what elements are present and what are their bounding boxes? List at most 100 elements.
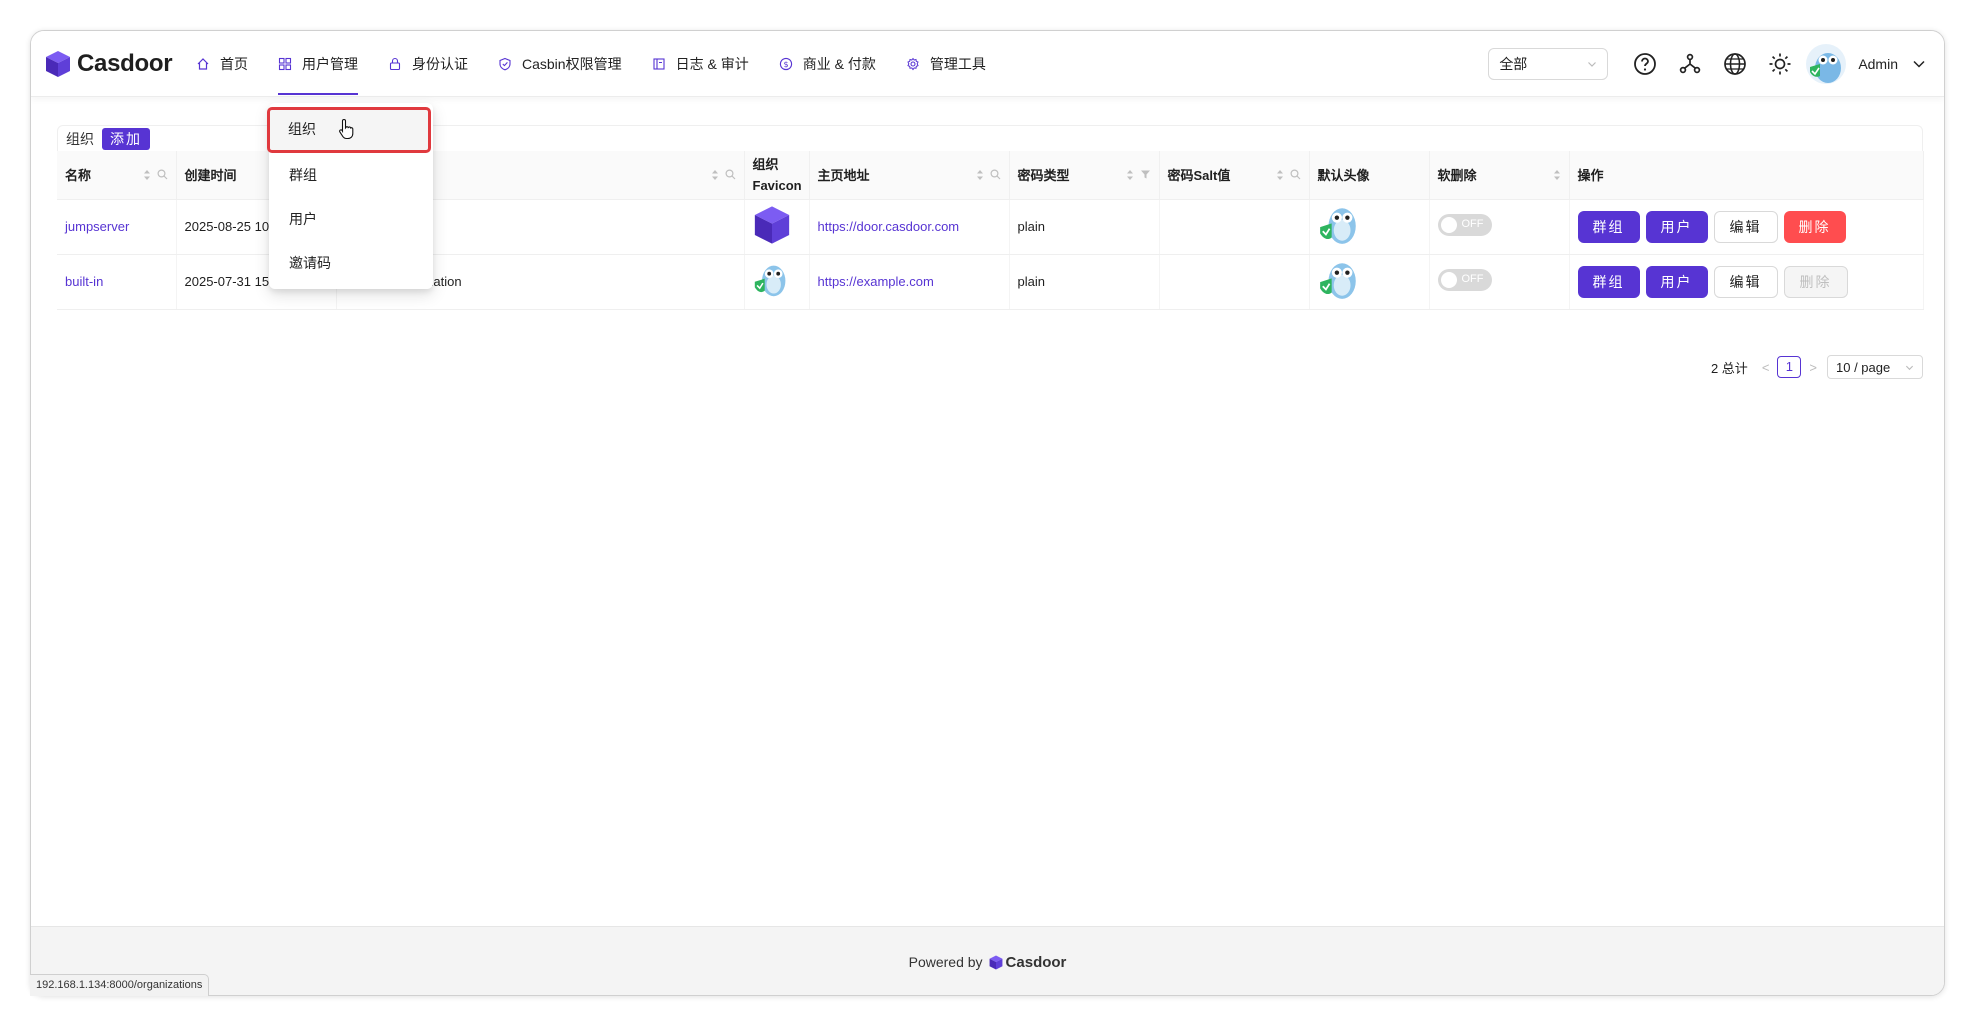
nav-label: 首页: [220, 56, 248, 72]
sort-icon[interactable]: [1276, 169, 1284, 181]
delete-button[interactable]: 删除: [1783, 210, 1846, 243]
search-icon[interactable]: [989, 169, 1001, 180]
column-header-actions: 操作: [1569, 151, 1924, 200]
svg-text:$: $: [783, 60, 788, 69]
filter-icon[interactable]: [1140, 169, 1151, 180]
password-type: plain: [1017, 219, 1045, 234]
column-header-soft-delete[interactable]: 软删除: [1429, 151, 1570, 200]
column-label: 组织: [752, 156, 779, 172]
groups-button[interactable]: 群组: [1577, 265, 1640, 298]
chevron-down-icon[interactable]: [1912, 57, 1926, 71]
add-button[interactable]: 添加: [102, 127, 150, 150]
help-icon: [1633, 53, 1656, 75]
page-footer: Powered by Casdoor: [31, 926, 1944, 995]
column-label: 名称: [65, 168, 92, 184]
casdoor-logo[interactable]: Casdoor: [45, 47, 173, 81]
soft-delete-toggle[interactable]: OFF: [1437, 269, 1492, 291]
sort-icon[interactable]: [1553, 169, 1561, 181]
avatar[interactable]: [1806, 44, 1847, 84]
table-title: 组织: [66, 130, 94, 147]
menu-item-groups[interactable]: 群组: [269, 153, 433, 197]
sort-icon[interactable]: [976, 169, 984, 181]
edit-button[interactable]: 编辑: [1713, 265, 1778, 298]
column-header-password-type[interactable]: 密码类型: [1009, 151, 1160, 200]
user-name[interactable]: Admin: [1858, 56, 1898, 72]
organization-select-value: 全部: [1499, 56, 1528, 72]
menu-item-organizations[interactable]: 组织: [267, 107, 431, 153]
nav-item-home[interactable]: 首页: [181, 31, 263, 97]
hand-cursor-icon: [339, 118, 354, 140]
sort-icon[interactable]: [1126, 169, 1134, 181]
nav-item-casbin[interactable]: Casbin权限管理: [483, 31, 637, 97]
search-icon[interactable]: [1289, 169, 1301, 180]
page-size-value: 10 / page: [1836, 359, 1891, 375]
column-header-homepage[interactable]: 主页地址: [809, 151, 1010, 200]
gear-icon: [907, 57, 919, 71]
top-header: Casdoor 首页 用户管理 身份认证 Casbin权限管理 日志 & 审计: [31, 31, 1944, 97]
nav-label: Casbin权限管理: [522, 56, 622, 72]
main-nav: 首页 用户管理 身份认证 Casbin权限管理 日志 & 审计 $ 商业 & 付…: [181, 31, 1001, 97]
search-icon[interactable]: [156, 169, 168, 180]
menu-item-invitations[interactable]: 邀请码: [269, 241, 433, 285]
users-button[interactable]: 用户: [1645, 265, 1708, 298]
log-icon: [653, 58, 665, 70]
homepage-link[interactable]: https://door.casdoor.com: [818, 219, 960, 234]
grid-icon: [278, 57, 292, 71]
column-header-name[interactable]: 名称: [57, 151, 177, 200]
deploy-button[interactable]: [1667, 42, 1712, 87]
pagination: 2 总计 < 1 > 10 / page: [1711, 355, 1923, 379]
column-label: Favicon: [752, 177, 802, 193]
password-type: plain: [1017, 274, 1045, 289]
page-number[interactable]: 1: [1777, 356, 1802, 378]
globe-icon: [1723, 53, 1746, 75]
sun-icon: [1769, 53, 1791, 75]
column-header-favicon: 组织 Favicon: [744, 151, 810, 200]
language-button[interactable]: [1712, 42, 1757, 87]
casdoor-cube-icon: [46, 51, 70, 77]
prev-page-icon[interactable]: <: [1762, 360, 1770, 375]
help-button[interactable]: [1622, 42, 1667, 87]
nav-label: 日志 & 审计: [675, 56, 749, 72]
menu-item-users[interactable]: 用户: [269, 197, 433, 241]
org-name-link[interactable]: built-in: [65, 274, 103, 289]
soft-delete-toggle[interactable]: OFF: [1437, 214, 1492, 236]
chevron-down-icon: [1905, 365, 1914, 370]
column-label: 创建时间: [184, 168, 237, 184]
menu-item-label: 组织: [288, 121, 316, 137]
nav-item-admin-tools[interactable]: 管理工具: [891, 31, 1001, 97]
column-label: 主页地址: [817, 168, 870, 184]
homepage-link[interactable]: https://example.com: [818, 274, 934, 289]
column-label: 默认头像: [1317, 168, 1370, 184]
sort-icon[interactable]: [143, 169, 151, 181]
nav-item-logs[interactable]: 日志 & 审计: [637, 31, 764, 97]
footer-brand-text: Casdoor: [1005, 953, 1067, 971]
nav-label: 身份认证: [412, 56, 468, 72]
owl-favicon-icon: [754, 265, 785, 297]
edit-button[interactable]: 编辑: [1713, 210, 1778, 243]
theme-button[interactable]: [1757, 42, 1802, 87]
owl-avatar-icon: [1319, 208, 1356, 244]
sort-icon[interactable]: [711, 169, 719, 181]
groups-button[interactable]: 群组: [1577, 210, 1640, 243]
column-header-password-salt[interactable]: 密码Salt值: [1159, 151, 1310, 200]
next-page-icon[interactable]: >: [1809, 360, 1817, 375]
search-icon[interactable]: [724, 169, 736, 180]
home-icon: [197, 58, 209, 70]
footer-brand[interactable]: Casdoor: [989, 953, 1067, 971]
network-icon: [1679, 53, 1701, 74]
casdoor-cube-favicon-icon: [754, 206, 789, 244]
nav-item-user-management[interactable]: 用户管理: [263, 31, 373, 97]
nav-label: 管理工具: [929, 56, 986, 72]
page-size-select[interactable]: 10 / page: [1827, 355, 1923, 379]
users-button[interactable]: 用户: [1645, 210, 1708, 243]
logo-text: Casdoor: [77, 50, 173, 77]
org-name-link[interactable]: jumpserver: [65, 219, 129, 234]
nav-item-authentication[interactable]: 身份认证: [373, 31, 483, 97]
toggle-knob: [1440, 272, 1457, 288]
user-management-dropdown: 组织 群组 用户 邀请码: [267, 103, 433, 289]
nav-label: 用户管理: [302, 56, 358, 72]
casdoor-cube-icon: [989, 955, 1002, 969]
organization-select[interactable]: 全部: [1488, 48, 1609, 80]
lock-icon: [389, 57, 401, 71]
nav-item-business[interactable]: $ 商业 & 付款: [764, 31, 891, 97]
